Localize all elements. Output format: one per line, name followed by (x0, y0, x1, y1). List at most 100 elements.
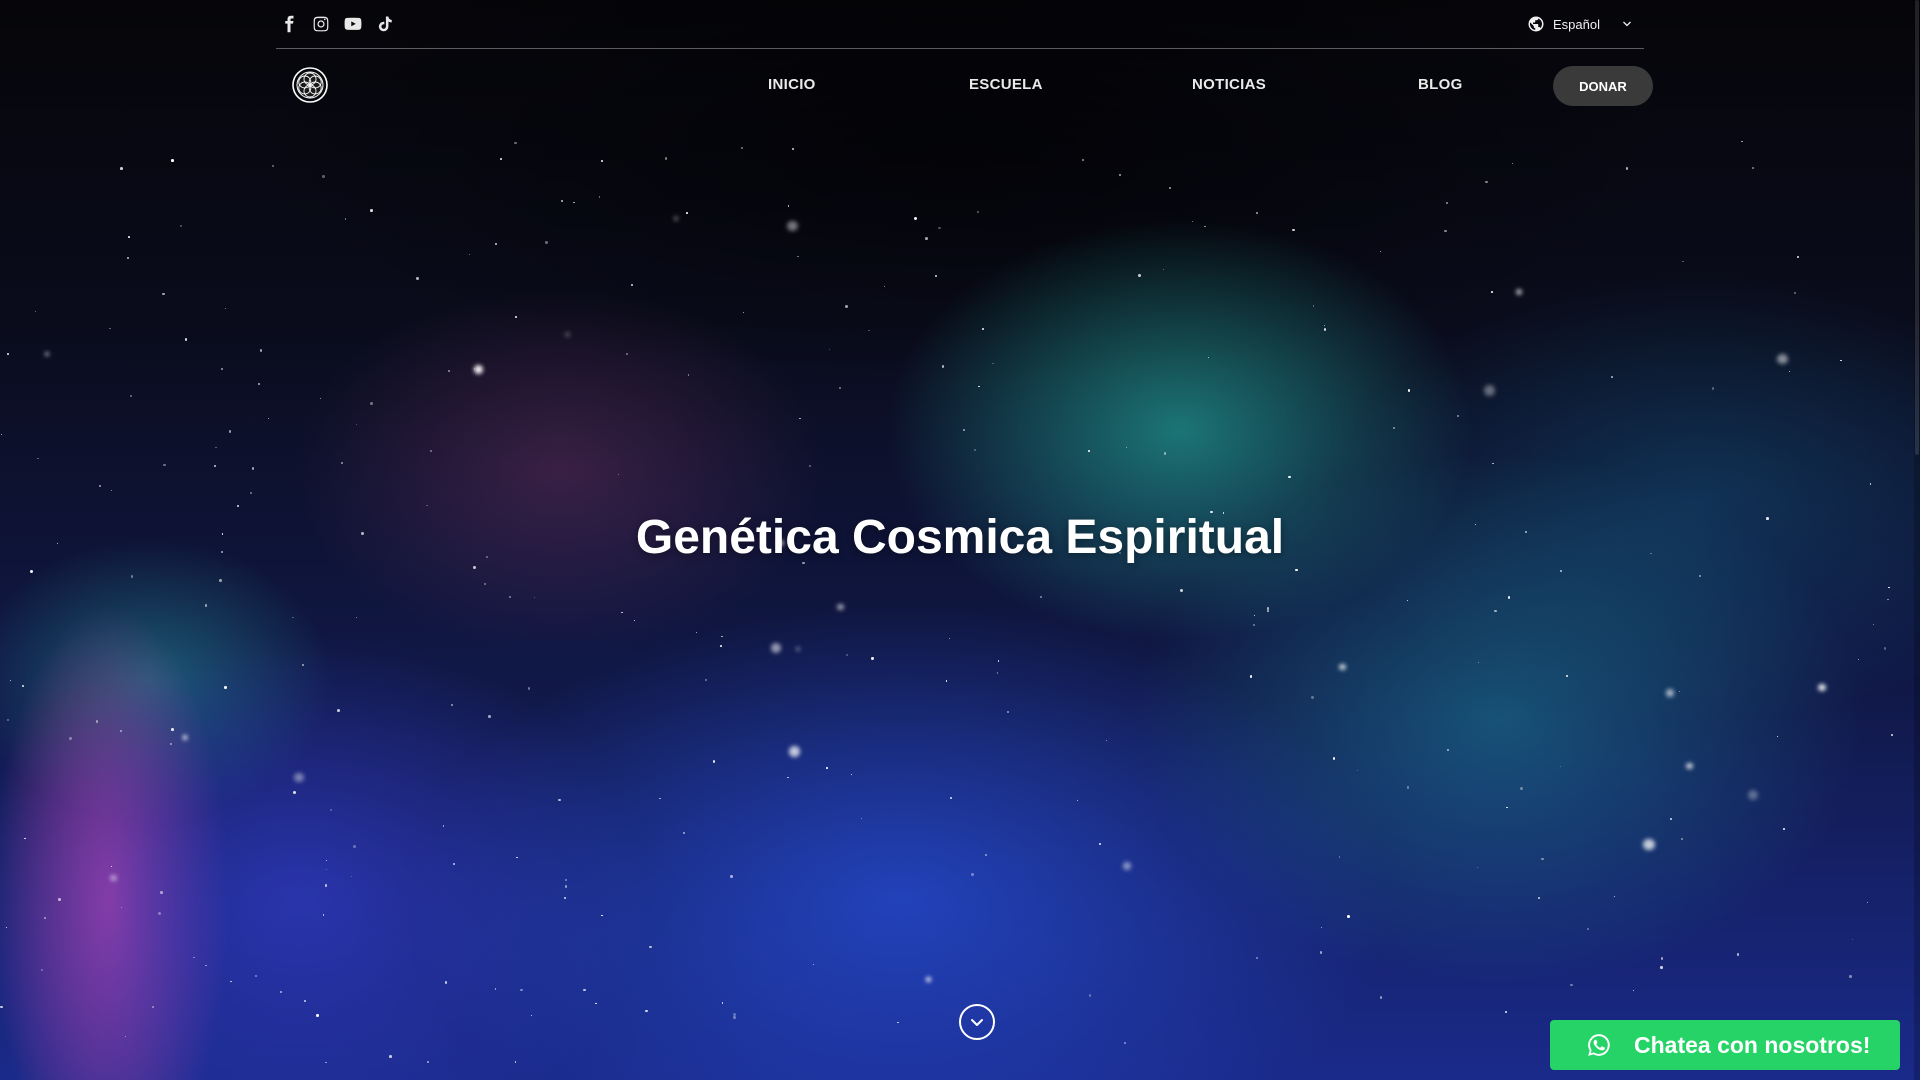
star (1204, 225, 1206, 228)
star (645, 1009, 648, 1013)
star (1681, 838, 1684, 840)
star (1586, 928, 1589, 931)
language-selector[interactable]: Español (1527, 15, 1644, 33)
star (183, 735, 188, 740)
star (720, 644, 723, 647)
page-scrollbar[interactable] (1914, 0, 1920, 1080)
star (1883, 647, 1887, 650)
star (442, 824, 445, 827)
star (1379, 996, 1383, 999)
star (473, 364, 483, 374)
star (1207, 357, 1209, 359)
star (162, 292, 165, 295)
star (945, 680, 948, 683)
star (688, 374, 690, 376)
star (1643, 838, 1655, 851)
star (1406, 786, 1410, 789)
star (1682, 260, 1684, 262)
youtube-icon[interactable] (344, 15, 362, 33)
star (1406, 599, 1408, 602)
tiktok-icon[interactable] (376, 15, 394, 33)
star (1540, 857, 1544, 861)
star (1338, 663, 1346, 671)
nav-item-inicio[interactable]: INICIO (768, 76, 816, 93)
nav-item-noticias[interactable]: NOTICIAS (1192, 76, 1266, 93)
star (792, 147, 794, 150)
star (1614, 895, 1616, 897)
star (850, 773, 853, 776)
star (520, 988, 523, 992)
star (6, 352, 9, 355)
star (1321, 926, 1323, 929)
star (1490, 291, 1493, 294)
star (69, 737, 72, 740)
star (1565, 674, 1568, 677)
star (1783, 828, 1786, 831)
star (304, 1000, 306, 1003)
star (120, 167, 124, 171)
star (1039, 596, 1043, 599)
star (560, 200, 563, 203)
nav-item-escuela[interactable]: ESCUELA (969, 76, 1043, 93)
star (595, 1002, 597, 1005)
star (1319, 951, 1323, 954)
star (1888, 586, 1890, 589)
scrollbar-thumb[interactable] (1915, 0, 1919, 455)
star (279, 990, 282, 994)
star (741, 146, 744, 149)
star (44, 351, 49, 357)
main-nav: INICIO ESCUELA NOTICIAS BLOG DONAR (276, 64, 1654, 106)
star (837, 603, 844, 611)
star (1249, 675, 1253, 678)
star (1796, 255, 1799, 259)
star (799, 417, 801, 420)
star (515, 315, 517, 318)
star (111, 865, 113, 867)
star (257, 382, 260, 385)
star (977, 211, 980, 214)
star (598, 196, 601, 198)
star (787, 776, 789, 778)
instagram-icon[interactable] (312, 15, 330, 33)
star (0, 1005, 4, 1009)
flower-of-life-icon[interactable] (292, 67, 328, 103)
star (1347, 915, 1350, 918)
star (1666, 689, 1674, 697)
star (996, 672, 999, 674)
star (514, 141, 517, 144)
star (1494, 609, 1497, 613)
star (158, 912, 162, 916)
scroll-down-button[interactable] (959, 1004, 995, 1040)
star (293, 791, 297, 795)
star (1670, 818, 1672, 820)
star (992, 363, 994, 365)
star (159, 891, 163, 894)
donate-button[interactable]: DONAR (1553, 66, 1653, 106)
star (204, 604, 208, 607)
star (1505, 1011, 1507, 1013)
star (673, 216, 679, 222)
star (1255, 957, 1258, 959)
star (1570, 984, 1573, 987)
star (272, 164, 275, 167)
star (564, 332, 570, 338)
whatsapp-chat-button[interactable]: Chatea con nosotros! (1550, 1020, 1900, 1070)
star (205, 964, 208, 967)
star (355, 424, 358, 426)
star (452, 862, 455, 866)
star (494, 988, 497, 990)
star (448, 370, 451, 373)
facebook-icon[interactable] (280, 15, 298, 33)
star (1332, 757, 1336, 760)
star (1559, 765, 1562, 767)
star (1123, 1042, 1127, 1045)
nav-item-blog[interactable]: BLOG (1418, 76, 1463, 93)
star (808, 464, 811, 468)
star (812, 963, 815, 966)
star (500, 157, 503, 160)
chat-label: Chatea con nosotros! (1634, 1031, 1871, 1058)
star (488, 715, 491, 718)
star (218, 578, 222, 582)
star (883, 286, 885, 288)
star (426, 504, 429, 507)
